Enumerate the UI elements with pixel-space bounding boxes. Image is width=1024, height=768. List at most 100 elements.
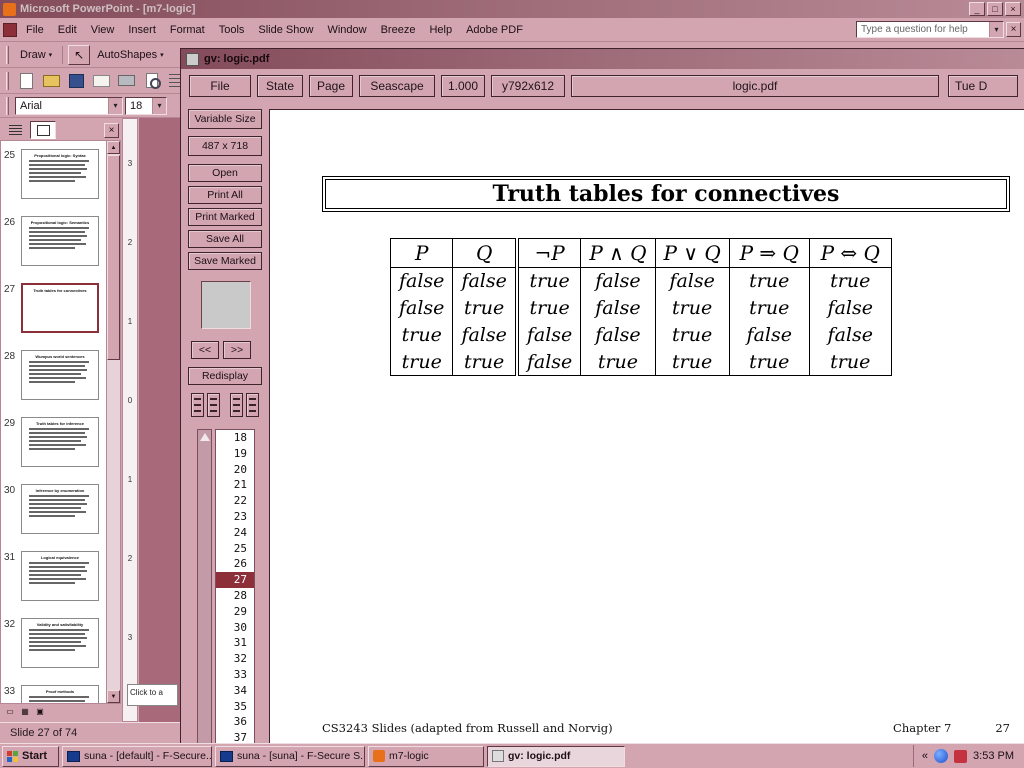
preview-toolbar-button[interactable] (140, 70, 163, 92)
gv-page-number-21[interactable]: 21 (216, 477, 254, 493)
variable-size-button[interactable]: Variable Size (188, 109, 262, 129)
start-button[interactable]: Start (2, 746, 59, 767)
gv-page-number-28[interactable]: 28 (216, 588, 254, 604)
pdf-page-view[interactable]: Truth tables for connectives PQ¬PP ∧ QP … (269, 109, 1024, 744)
previous-page-button[interactable]: << (191, 341, 219, 359)
dropdown-arrow-icon[interactable]: ▾ (108, 98, 122, 114)
slide-thumbnail-item-31[interactable]: 31Logical equivalence (3, 551, 105, 603)
gv-date-button[interactable]: Tue D (948, 75, 1018, 97)
slide-thumbnail[interactable]: Truth tables for connectives (21, 283, 99, 333)
slide-thumbnail[interactable]: Proof methods (21, 685, 99, 704)
menu-item-window[interactable]: Window (320, 21, 373, 39)
help-question-box[interactable]: Type a question for help ▾ (856, 21, 1004, 38)
mail-toolbar-button[interactable] (90, 70, 113, 92)
menu-item-breeze[interactable]: Breeze (374, 21, 423, 39)
next-page-button[interactable]: >> (223, 341, 251, 359)
menu-item-file[interactable]: File (19, 21, 51, 39)
gv-page-number-22[interactable]: 22 (216, 493, 254, 509)
normal-view-icon[interactable]: ▭ (3, 705, 17, 719)
mark-page-button[interactable] (191, 393, 204, 417)
slide-thumbnail-item-27[interactable]: 27Truth tables for connectives (3, 283, 105, 335)
taskbar-task-4[interactable]: gv: logic.pdf (487, 746, 625, 767)
font-size-combo[interactable]: 18 ▾ (125, 97, 167, 115)
slide-text-placeholder[interactable]: Click to a (127, 684, 178, 706)
gv-page-number-34[interactable]: 34 (216, 683, 254, 699)
gv-media-button[interactable]: y792x612 (491, 75, 565, 97)
slides-tab[interactable] (30, 121, 56, 139)
gv-page-number-29[interactable]: 29 (216, 604, 254, 620)
taskbar-task-2[interactable]: suna - [suna] - F-Secure S... (215, 746, 365, 767)
open-button[interactable]: Open (188, 164, 262, 182)
slide-thumbnail[interactable]: Inference by enumeration (21, 484, 99, 534)
save-toolbar-button[interactable] (65, 70, 88, 92)
gv-file-menu[interactable]: File (189, 75, 251, 97)
slide-thumbnail[interactable]: Validity and satisfiability (21, 618, 99, 668)
slide-thumbnail-item-26[interactable]: 26Propositional logic: Semantics (3, 216, 105, 268)
slide-thumbnail[interactable]: Propositional logic: Syntax (21, 149, 99, 199)
gv-page-number-26[interactable]: 26 (216, 556, 254, 572)
toolbar-grip[interactable] (6, 46, 9, 64)
save-all-button[interactable]: Save All (188, 230, 262, 248)
gv-orientation-button[interactable]: Seascape (359, 75, 435, 97)
open-toolbar-button[interactable] (40, 70, 63, 92)
gv-page-number-35[interactable]: 35 (216, 699, 254, 715)
gv-page-number-31[interactable]: 31 (216, 635, 254, 651)
dropdown-arrow-icon[interactable]: ▾ (989, 22, 1003, 37)
gv-page-number-23[interactable]: 23 (216, 509, 254, 525)
gv-page-number-25[interactable]: 25 (216, 541, 254, 557)
gv-page-number-19[interactable]: 19 (216, 446, 254, 462)
taskbar-task-3[interactable]: m7-logic (368, 746, 484, 767)
menu-item-view[interactable]: View (84, 21, 122, 39)
print-marked-button[interactable]: Print Marked (188, 208, 262, 226)
gv-scale-button[interactable]: 1.000 (441, 75, 485, 97)
slide-thumbnail-item-33[interactable]: 33Proof methods (3, 685, 105, 704)
panel-close-button[interactable]: × (104, 123, 119, 138)
ghostview-titlebar[interactable]: gv: logic.pdf (181, 49, 1024, 69)
page-scroll-slider[interactable] (197, 429, 212, 745)
unmark-page-button[interactable] (230, 393, 243, 417)
toolbar-grip[interactable] (6, 72, 9, 90)
menu-item-slide-show[interactable]: Slide Show (251, 21, 320, 39)
select-pointer-button[interactable]: ↖ (68, 45, 90, 65)
scroll-down-icon[interactable]: ▼ (107, 690, 120, 703)
gv-page-number-20[interactable]: 20 (216, 462, 254, 478)
slide-sorter-view-icon[interactable]: ▦ (18, 705, 32, 719)
tray-chevron-icon[interactable]: « (922, 750, 928, 762)
page-size-button[interactable]: 487 x 718 (188, 136, 262, 156)
draw-menu-button[interactable]: Draw ▾ (15, 47, 57, 63)
gv-page-number-30[interactable]: 30 (216, 620, 254, 636)
print-toolbar-button[interactable] (115, 70, 138, 92)
slide-thumbnail-item-28[interactable]: 28Wumpus world sentences (3, 350, 105, 402)
gv-page-menu[interactable]: Page (309, 75, 353, 97)
slide-thumbnail-item-30[interactable]: 30Inference by enumeration (3, 484, 105, 536)
new-toolbar-button[interactable] (15, 70, 38, 92)
gv-filename-button[interactable]: logic.pdf (571, 75, 939, 97)
slide-thumbnail[interactable]: Wumpus world sentences (21, 350, 99, 400)
menu-item-adobe-pdf[interactable]: Adobe PDF (459, 21, 530, 39)
close-button[interactable]: × (1005, 2, 1021, 16)
gv-page-number-32[interactable]: 32 (216, 651, 254, 667)
slide-thumbnail-item-25[interactable]: 25Propositional logic: Syntax (3, 149, 105, 201)
gv-state-menu[interactable]: State (257, 75, 303, 97)
menu-item-tools[interactable]: Tools (212, 21, 252, 39)
save-marked-button[interactable]: Save Marked (188, 252, 262, 270)
font-name-combo[interactable]: Arial ▾ (15, 97, 123, 115)
slides-scrollbar[interactable]: ▲ ▼ (106, 141, 120, 703)
slide-thumbnail-item-29[interactable]: 29Truth tables for inference (3, 417, 105, 469)
document-close-button[interactable]: × (1006, 22, 1021, 37)
slide-thumbnail-item-32[interactable]: 32Validity and satisfiability (3, 618, 105, 670)
restore-button[interactable]: □ (987, 2, 1003, 16)
menu-item-edit[interactable]: Edit (51, 21, 84, 39)
unmark-page-button[interactable] (246, 393, 259, 417)
tray-app-icon-red[interactable] (954, 750, 967, 763)
slide-thumbnail[interactable]: Logical equivalence (21, 551, 99, 601)
menu-item-format[interactable]: Format (163, 21, 212, 39)
gv-page-number-24[interactable]: 24 (216, 525, 254, 541)
toolbar-grip[interactable] (6, 97, 9, 115)
outline-tab[interactable] (2, 121, 28, 139)
autoshapes-menu-button[interactable]: AutoShapes ▾ (92, 47, 168, 63)
mark-page-button[interactable] (207, 393, 220, 417)
slide-thumbnail[interactable]: Propositional logic: Semantics (21, 216, 99, 266)
menu-item-insert[interactable]: Insert (121, 21, 163, 39)
dropdown-arrow-icon[interactable]: ▾ (152, 98, 166, 114)
